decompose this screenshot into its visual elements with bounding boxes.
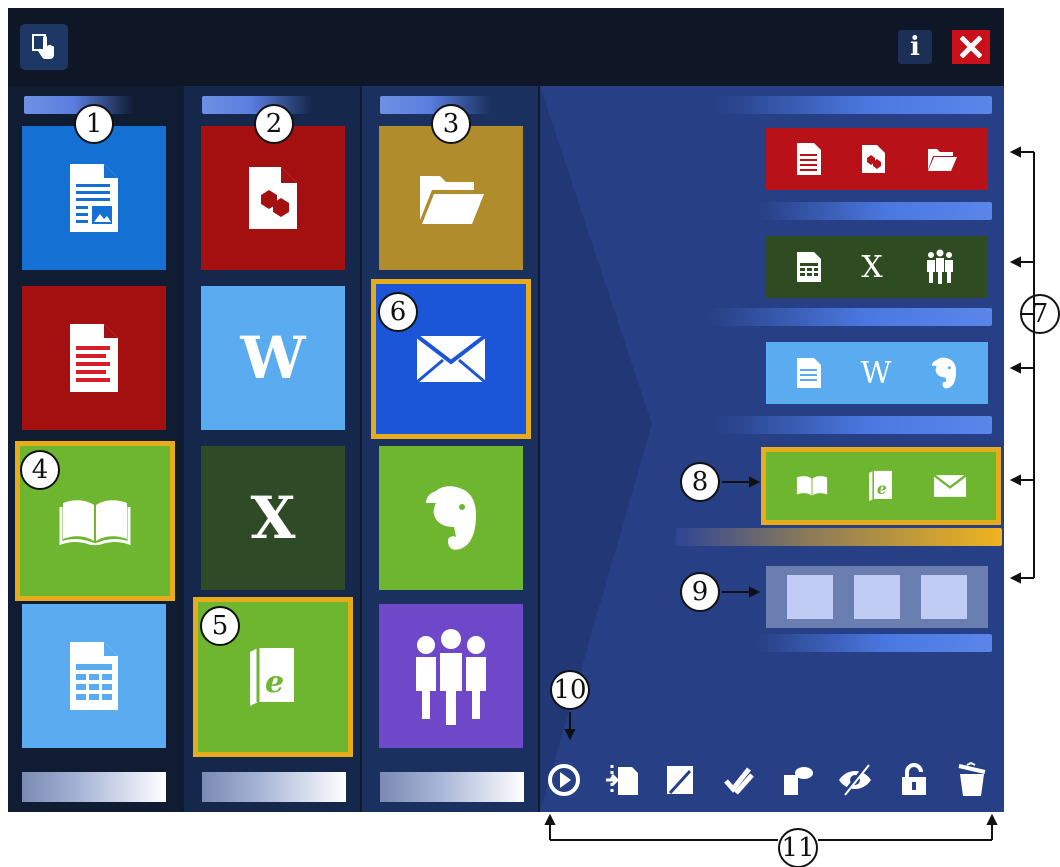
group-bar[interactable]	[716, 416, 992, 434]
group-green-selected[interactable]: e	[761, 447, 1001, 525]
people-group-icon	[927, 249, 954, 284]
edit-pencil-icon[interactable]	[661, 760, 701, 800]
pdf-document-icon	[796, 143, 821, 175]
group-light-blue[interactable]: W	[766, 342, 988, 404]
trash-icon[interactable]	[952, 760, 992, 800]
hexagon-document-icon	[861, 145, 885, 173]
action-toolbar	[540, 760, 996, 800]
tile-column-2: W X e	[184, 86, 360, 812]
callout-8: 8	[680, 462, 720, 502]
group-bar[interactable]	[758, 202, 992, 220]
column-bottom-bar[interactable]	[22, 772, 166, 802]
tile-folder[interactable]	[379, 126, 523, 270]
people-group-icon	[416, 629, 486, 725]
word-letter: W	[240, 324, 306, 392]
group-bar-selected[interactable]	[676, 528, 1002, 546]
empty-slot[interactable]	[853, 575, 900, 619]
group-dark-green[interactable]: X	[766, 236, 988, 298]
group-bar[interactable]	[708, 308, 992, 326]
empty-slot[interactable]	[921, 575, 968, 619]
info-button[interactable]: i	[898, 30, 932, 64]
tile-word[interactable]: W	[201, 286, 345, 430]
svg-text:e: e	[265, 665, 284, 700]
column-bottom-bar[interactable]	[380, 772, 524, 802]
callout-10: 10	[550, 670, 590, 710]
pdf-document-icon	[70, 324, 118, 392]
spreadsheet-document-icon	[796, 252, 821, 282]
pointer-hand-icon[interactable]	[20, 24, 68, 70]
move-document-icon[interactable]	[602, 760, 642, 800]
callout-7: 7	[1020, 294, 1060, 334]
close-button[interactable]	[952, 30, 990, 64]
group-empty[interactable]	[766, 566, 988, 628]
group-panel: X W e	[540, 86, 1004, 812]
evernote-elephant-icon	[932, 357, 957, 389]
ebook-icon: e	[869, 470, 892, 502]
callout-9: 9	[680, 572, 720, 612]
tile-excel[interactable]: X	[201, 446, 345, 590]
tile-document-picture[interactable]	[22, 126, 166, 270]
document-picture-icon	[70, 164, 118, 232]
svg-text:e: e	[877, 479, 887, 498]
close-icon	[960, 36, 982, 58]
callout-11: 11	[778, 828, 818, 867]
envelope-icon	[415, 334, 487, 384]
envelope-icon	[932, 474, 967, 497]
folder-open-icon	[420, 176, 484, 224]
ebook-icon: e	[250, 648, 294, 706]
hide-eye-icon[interactable]	[835, 760, 875, 800]
tag-document-icon[interactable]	[777, 760, 817, 800]
open-book-icon	[797, 476, 828, 496]
empty-slot[interactable]	[786, 575, 833, 619]
group-bar[interactable]	[716, 96, 992, 114]
tile-evernote[interactable]	[379, 446, 523, 590]
excel-letter: X	[250, 484, 296, 552]
group-red[interactable]	[766, 128, 988, 190]
excel-letter: X	[861, 249, 883, 285]
column-bottom-bar[interactable]	[202, 772, 346, 802]
title-bar: i	[8, 8, 1004, 86]
tile-column-1	[8, 86, 178, 812]
app-window: i W X e X W e	[8, 8, 1004, 812]
tile-column-3	[362, 86, 538, 812]
callout-6: 6	[378, 292, 418, 332]
tile-hexagon-document[interactable]	[201, 126, 345, 270]
callout-2: 2	[254, 104, 294, 144]
tile-pdf-document[interactable]	[22, 286, 166, 430]
callout-5: 5	[200, 606, 240, 646]
check-pencil-icon[interactable]	[719, 760, 759, 800]
text-document-icon	[796, 358, 821, 388]
callout-3: 3	[431, 104, 471, 144]
hexagon-document-icon	[249, 167, 297, 229]
unlock-icon[interactable]	[894, 760, 934, 800]
word-letter: W	[860, 355, 892, 391]
folder-open-icon	[928, 149, 958, 171]
callout-4: 4	[20, 450, 60, 490]
tile-spreadsheet-document[interactable]	[22, 604, 166, 748]
spreadsheet-document-icon	[70, 642, 118, 710]
play-circle-icon[interactable]	[544, 760, 584, 800]
callout-1: 1	[74, 104, 114, 144]
screenshot-root: i W X e X W e 1 2 3 4 5 6 7 8 9 10 11	[0, 0, 1060, 867]
evernote-elephant-icon	[426, 486, 476, 550]
open-book-icon	[59, 500, 131, 545]
tile-people-group[interactable]	[379, 604, 523, 748]
group-bar[interactable]	[756, 634, 992, 652]
